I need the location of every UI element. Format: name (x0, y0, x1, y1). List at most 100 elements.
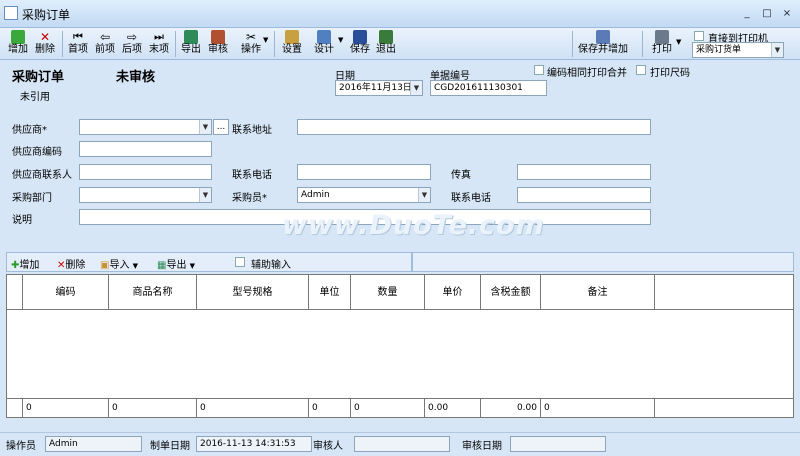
phone2-field[interactable] (517, 187, 651, 203)
print-template-select[interactable]: 采购订货单 ▼ (692, 42, 784, 58)
page-title: 采购订单 (12, 70, 65, 85)
audit-date-label: 审核日期 (462, 441, 502, 452)
direct-print-checkbox[interactable] (694, 31, 704, 41)
grid-add-button[interactable]: ✚增加 (11, 256, 39, 271)
plus-icon (11, 30, 25, 44)
aux-input-label: 辅助输入 (251, 260, 291, 271)
audit-date-field (510, 436, 606, 452)
grid-import-button[interactable]: ▣导入 ▼ (100, 256, 138, 271)
column-header[interactable]: 型号规格 (197, 275, 309, 311)
settings-icon (285, 30, 299, 44)
print-button[interactable]: 打印 (650, 30, 674, 58)
last-button[interactable]: ⏭ 末项 (147, 30, 171, 58)
watermark: www.DuoTe.com (282, 210, 545, 241)
add-button[interactable]: 增加 (6, 30, 30, 58)
separator (572, 31, 573, 57)
first-label: 首项 (68, 44, 88, 55)
prev-label: 前项 (95, 44, 115, 55)
supplier-code-field[interactable] (79, 141, 212, 157)
prev-arrow-icon: ⇦ (99, 30, 111, 44)
delete-icon: ✕ (39, 30, 51, 44)
aux-input-checkbox[interactable] (235, 257, 245, 267)
delete-button[interactable]: ✕ 删除 (33, 30, 57, 58)
date-value: 2016年11月13日 (339, 83, 412, 93)
tools-icon: ✂ (245, 30, 257, 44)
column-header[interactable]: 备注 (541, 275, 655, 311)
supplier-contact-field[interactable] (79, 164, 212, 180)
column-header[interactable]: 单价 (425, 275, 481, 311)
buyer-label: 采购员* (232, 193, 267, 204)
contact-address-field[interactable] (297, 119, 651, 135)
next-button[interactable]: ⇨ 后项 (120, 30, 144, 58)
audit-label: 审核 (208, 44, 228, 55)
print-template-value: 采购订货单 (696, 45, 742, 55)
chevron-down-icon: ▼ (199, 120, 211, 134)
audit-button[interactable]: 审核 (206, 30, 230, 58)
merge-print-checkbox[interactable] (534, 65, 544, 75)
operate-dropdown-icon[interactable]: ▼ (263, 36, 268, 44)
column-header[interactable]: 编码 (23, 275, 109, 311)
grid-header: 编码 商品名称 型号规格 单位 数量 单价 含税金额 备注 (6, 274, 794, 311)
minimize-button[interactable]: _ (740, 8, 754, 20)
close-button[interactable]: × (780, 8, 794, 20)
supplier-code-label: 供应商编码 (12, 147, 62, 158)
grid-import-label: 导入 (109, 260, 130, 271)
column-header[interactable]: 数量 (351, 275, 425, 311)
grid-toolbar: ✚增加 ✕删除 ▣导入 ▼ ▦导出 ▼ 辅助输入 (6, 252, 794, 272)
design-label: 设计 (314, 44, 334, 55)
maximize-button[interactable]: □ (760, 8, 774, 20)
auditor-label: 审核人 (313, 441, 343, 452)
docno-field[interactable]: CGD201611130301 (430, 80, 547, 96)
column-header[interactable]: 含税金额 (481, 275, 541, 311)
total-cell: 0 (541, 399, 655, 417)
operator-label: 操作员 (6, 441, 36, 452)
save-button[interactable]: 保存 (348, 30, 372, 58)
total-cell: 0 (23, 399, 109, 417)
title-bar: 采购订单 _ □ × (0, 0, 800, 28)
supplier-select[interactable]: ▼ (79, 119, 212, 135)
first-button[interactable]: ⏮ 首项 (66, 30, 90, 58)
total-cell: 0 (109, 399, 197, 417)
buyer-value: Admin (301, 190, 330, 200)
operate-button[interactable]: ✂ 操作 (236, 30, 266, 58)
grid-add-label: 增加 (19, 260, 40, 271)
design-button[interactable]: 设计 (312, 30, 336, 58)
date-picker[interactable]: 2016年11月13日 ▼ (335, 80, 423, 96)
save-add-button[interactable]: 保存并增加 (576, 30, 630, 58)
separator (274, 31, 275, 57)
print-label: 打印 (652, 44, 672, 55)
exit-icon (379, 30, 393, 44)
total-cell: 0.00 (425, 399, 481, 417)
dept-label: 采购部门 (12, 193, 52, 204)
grid-export-button[interactable]: ▦导出 ▼ (157, 256, 195, 271)
supplier-browse-button[interactable]: ... (213, 119, 229, 135)
grid-body[interactable] (6, 310, 794, 398)
next-label: 后项 (122, 44, 142, 55)
fax-label: 传真 (451, 170, 471, 181)
print-size-checkbox[interactable] (636, 65, 646, 75)
settings-button[interactable]: 设置 (280, 30, 304, 58)
excel-icon (184, 30, 198, 44)
next-arrow-icon: ⇨ (126, 30, 138, 44)
phone-field[interactable] (297, 164, 431, 180)
buyer-select[interactable]: Admin ▼ (297, 187, 431, 203)
row-indicator-header (7, 275, 23, 311)
add-label: 增加 (8, 44, 28, 55)
export-label: 导出 (181, 44, 201, 55)
chevron-down-icon: ▼ (199, 188, 211, 202)
column-header[interactable]: 单位 (309, 275, 351, 311)
fax-field[interactable] (517, 164, 651, 180)
separator (62, 31, 63, 57)
status-bar: 操作员 Admin 制单日期 2016-11-13 14:31:53 审核人 审… (0, 432, 800, 456)
design-dropdown-icon[interactable]: ▼ (338, 36, 343, 44)
reference-status: 未引用 (20, 92, 50, 103)
print-dropdown-icon[interactable]: ▼ (676, 38, 681, 46)
chevron-down-icon: ▼ (771, 43, 783, 57)
export-button[interactable]: 导出 (179, 30, 203, 58)
note-label: 说明 (12, 215, 32, 226)
dept-select[interactable]: ▼ (79, 187, 212, 203)
column-header[interactable]: 商品名称 (109, 275, 197, 311)
grid-delete-button[interactable]: ✕删除 (57, 256, 85, 271)
prev-button[interactable]: ⇦ 前项 (93, 30, 117, 58)
exit-button[interactable]: 退出 (374, 30, 398, 58)
